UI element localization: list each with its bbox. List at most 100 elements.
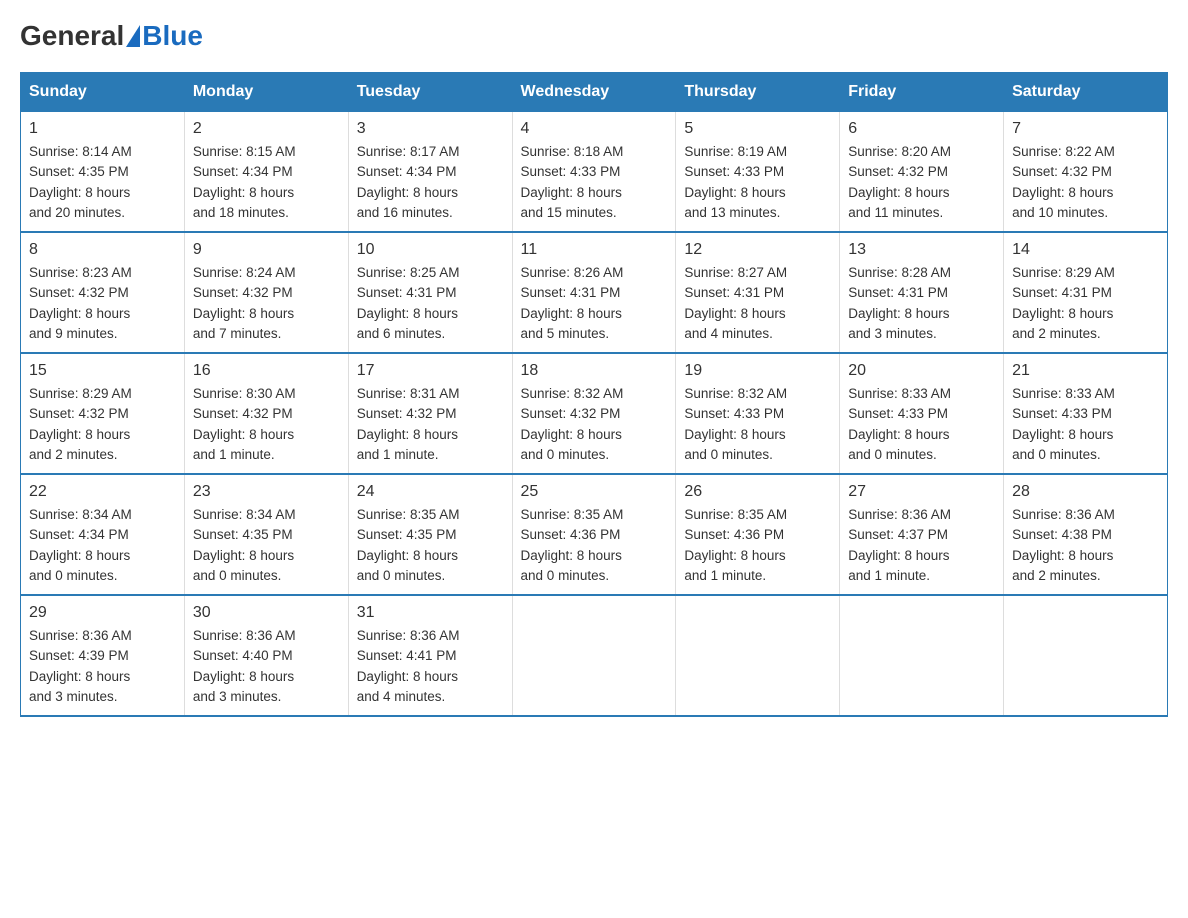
calendar-cell <box>512 595 676 716</box>
day-number: 14 <box>1012 241 1159 259</box>
calendar-cell: 29 Sunrise: 8:36 AM Sunset: 4:39 PM Dayl… <box>21 595 185 716</box>
day-info: Sunrise: 8:34 AM Sunset: 4:34 PM Dayligh… <box>29 505 176 586</box>
day-info: Sunrise: 8:35 AM Sunset: 4:36 PM Dayligh… <box>521 505 668 586</box>
calendar-cell: 9 Sunrise: 8:24 AM Sunset: 4:32 PM Dayli… <box>184 232 348 353</box>
day-info: Sunrise: 8:22 AM Sunset: 4:32 PM Dayligh… <box>1012 142 1159 223</box>
calendar-cell: 25 Sunrise: 8:35 AM Sunset: 4:36 PM Dayl… <box>512 474 676 595</box>
logo-triangle-icon <box>126 25 140 47</box>
day-number: 2 <box>193 120 340 138</box>
day-info: Sunrise: 8:27 AM Sunset: 4:31 PM Dayligh… <box>684 263 831 344</box>
calendar-week-row: 15 Sunrise: 8:29 AM Sunset: 4:32 PM Dayl… <box>21 353 1168 474</box>
day-number: 29 <box>29 604 176 622</box>
day-info: Sunrise: 8:36 AM Sunset: 4:40 PM Dayligh… <box>193 626 340 707</box>
day-info: Sunrise: 8:29 AM Sunset: 4:31 PM Dayligh… <box>1012 263 1159 344</box>
day-info: Sunrise: 8:33 AM Sunset: 4:33 PM Dayligh… <box>848 384 995 465</box>
day-info: Sunrise: 8:20 AM Sunset: 4:32 PM Dayligh… <box>848 142 995 223</box>
day-number: 4 <box>521 120 668 138</box>
day-info: Sunrise: 8:17 AM Sunset: 4:34 PM Dayligh… <box>357 142 504 223</box>
calendar-cell: 17 Sunrise: 8:31 AM Sunset: 4:32 PM Dayl… <box>348 353 512 474</box>
calendar-week-row: 22 Sunrise: 8:34 AM Sunset: 4:34 PM Dayl… <box>21 474 1168 595</box>
calendar-cell: 1 Sunrise: 8:14 AM Sunset: 4:35 PM Dayli… <box>21 112 185 233</box>
day-info: Sunrise: 8:19 AM Sunset: 4:33 PM Dayligh… <box>684 142 831 223</box>
day-number: 19 <box>684 362 831 380</box>
day-number: 17 <box>357 362 504 380</box>
calendar-cell: 6 Sunrise: 8:20 AM Sunset: 4:32 PM Dayli… <box>840 112 1004 233</box>
day-number: 5 <box>684 120 831 138</box>
day-number: 11 <box>521 241 668 259</box>
logo: General Blue Blue <box>20 20 203 52</box>
day-number: 6 <box>848 120 995 138</box>
calendar-cell: 11 Sunrise: 8:26 AM Sunset: 4:31 PM Dayl… <box>512 232 676 353</box>
header-monday: Monday <box>184 73 348 112</box>
calendar-cell: 22 Sunrise: 8:34 AM Sunset: 4:34 PM Dayl… <box>21 474 185 595</box>
day-number: 13 <box>848 241 995 259</box>
day-number: 27 <box>848 483 995 501</box>
calendar-cell: 3 Sunrise: 8:17 AM Sunset: 4:34 PM Dayli… <box>348 112 512 233</box>
calendar-cell: 23 Sunrise: 8:34 AM Sunset: 4:35 PM Dayl… <box>184 474 348 595</box>
header-friday: Friday <box>840 73 1004 112</box>
day-number: 7 <box>1012 120 1159 138</box>
day-info: Sunrise: 8:32 AM Sunset: 4:33 PM Dayligh… <box>684 384 831 465</box>
day-info: Sunrise: 8:36 AM Sunset: 4:41 PM Dayligh… <box>357 626 504 707</box>
calendar-cell: 24 Sunrise: 8:35 AM Sunset: 4:35 PM Dayl… <box>348 474 512 595</box>
calendar-cell: 16 Sunrise: 8:30 AM Sunset: 4:32 PM Dayl… <box>184 353 348 474</box>
logo-text: General Blue <box>20 20 203 52</box>
header-tuesday: Tuesday <box>348 73 512 112</box>
day-info: Sunrise: 8:26 AM Sunset: 4:31 PM Dayligh… <box>521 263 668 344</box>
header-saturday: Saturday <box>1004 73 1168 112</box>
day-number: 15 <box>29 362 176 380</box>
calendar-cell: 30 Sunrise: 8:36 AM Sunset: 4:40 PM Dayl… <box>184 595 348 716</box>
header-wednesday: Wednesday <box>512 73 676 112</box>
day-number: 18 <box>521 362 668 380</box>
day-number: 22 <box>29 483 176 501</box>
day-info: Sunrise: 8:14 AM Sunset: 4:35 PM Dayligh… <box>29 142 176 223</box>
day-info: Sunrise: 8:31 AM Sunset: 4:32 PM Dayligh… <box>357 384 504 465</box>
calendar-cell: 7 Sunrise: 8:22 AM Sunset: 4:32 PM Dayli… <box>1004 112 1168 233</box>
calendar-cell: 19 Sunrise: 8:32 AM Sunset: 4:33 PM Dayl… <box>676 353 840 474</box>
page-header: General Blue Blue <box>20 20 1168 52</box>
day-info: Sunrise: 8:28 AM Sunset: 4:31 PM Dayligh… <box>848 263 995 344</box>
day-info: Sunrise: 8:36 AM Sunset: 4:39 PM Dayligh… <box>29 626 176 707</box>
header-thursday: Thursday <box>676 73 840 112</box>
calendar-cell: 12 Sunrise: 8:27 AM Sunset: 4:31 PM Dayl… <box>676 232 840 353</box>
calendar-cell: 13 Sunrise: 8:28 AM Sunset: 4:31 PM Dayl… <box>840 232 1004 353</box>
day-number: 25 <box>521 483 668 501</box>
logo-blue-text: Blue <box>142 20 203 52</box>
day-info: Sunrise: 8:30 AM Sunset: 4:32 PM Dayligh… <box>193 384 340 465</box>
day-number: 28 <box>1012 483 1159 501</box>
logo-general-text: General <box>20 20 124 52</box>
day-number: 8 <box>29 241 176 259</box>
day-info: Sunrise: 8:36 AM Sunset: 4:38 PM Dayligh… <box>1012 505 1159 586</box>
calendar-cell: 8 Sunrise: 8:23 AM Sunset: 4:32 PM Dayli… <box>21 232 185 353</box>
calendar-cell: 4 Sunrise: 8:18 AM Sunset: 4:33 PM Dayli… <box>512 112 676 233</box>
day-number: 12 <box>684 241 831 259</box>
calendar-week-row: 29 Sunrise: 8:36 AM Sunset: 4:39 PM Dayl… <box>21 595 1168 716</box>
day-info: Sunrise: 8:23 AM Sunset: 4:32 PM Dayligh… <box>29 263 176 344</box>
day-number: 31 <box>357 604 504 622</box>
day-number: 23 <box>193 483 340 501</box>
day-info: Sunrise: 8:35 AM Sunset: 4:35 PM Dayligh… <box>357 505 504 586</box>
day-info: Sunrise: 8:24 AM Sunset: 4:32 PM Dayligh… <box>193 263 340 344</box>
calendar-cell: 2 Sunrise: 8:15 AM Sunset: 4:34 PM Dayli… <box>184 112 348 233</box>
day-info: Sunrise: 8:35 AM Sunset: 4:36 PM Dayligh… <box>684 505 831 586</box>
day-number: 20 <box>848 362 995 380</box>
day-number: 21 <box>1012 362 1159 380</box>
calendar-week-row: 8 Sunrise: 8:23 AM Sunset: 4:32 PM Dayli… <box>21 232 1168 353</box>
day-info: Sunrise: 8:32 AM Sunset: 4:32 PM Dayligh… <box>521 384 668 465</box>
day-number: 30 <box>193 604 340 622</box>
day-info: Sunrise: 8:36 AM Sunset: 4:37 PM Dayligh… <box>848 505 995 586</box>
day-number: 1 <box>29 120 176 138</box>
calendar-cell: 21 Sunrise: 8:33 AM Sunset: 4:33 PM Dayl… <box>1004 353 1168 474</box>
calendar-header-row: SundayMondayTuesdayWednesdayThursdayFrid… <box>21 73 1168 112</box>
day-info: Sunrise: 8:15 AM Sunset: 4:34 PM Dayligh… <box>193 142 340 223</box>
day-info: Sunrise: 8:18 AM Sunset: 4:33 PM Dayligh… <box>521 142 668 223</box>
day-number: 10 <box>357 241 504 259</box>
calendar-cell: 27 Sunrise: 8:36 AM Sunset: 4:37 PM Dayl… <box>840 474 1004 595</box>
calendar-cell: 10 Sunrise: 8:25 AM Sunset: 4:31 PM Dayl… <box>348 232 512 353</box>
day-info: Sunrise: 8:33 AM Sunset: 4:33 PM Dayligh… <box>1012 384 1159 465</box>
day-info: Sunrise: 8:25 AM Sunset: 4:31 PM Dayligh… <box>357 263 504 344</box>
day-number: 16 <box>193 362 340 380</box>
calendar-table: SundayMondayTuesdayWednesdayThursdayFrid… <box>20 72 1168 717</box>
calendar-cell <box>676 595 840 716</box>
calendar-cell: 20 Sunrise: 8:33 AM Sunset: 4:33 PM Dayl… <box>840 353 1004 474</box>
